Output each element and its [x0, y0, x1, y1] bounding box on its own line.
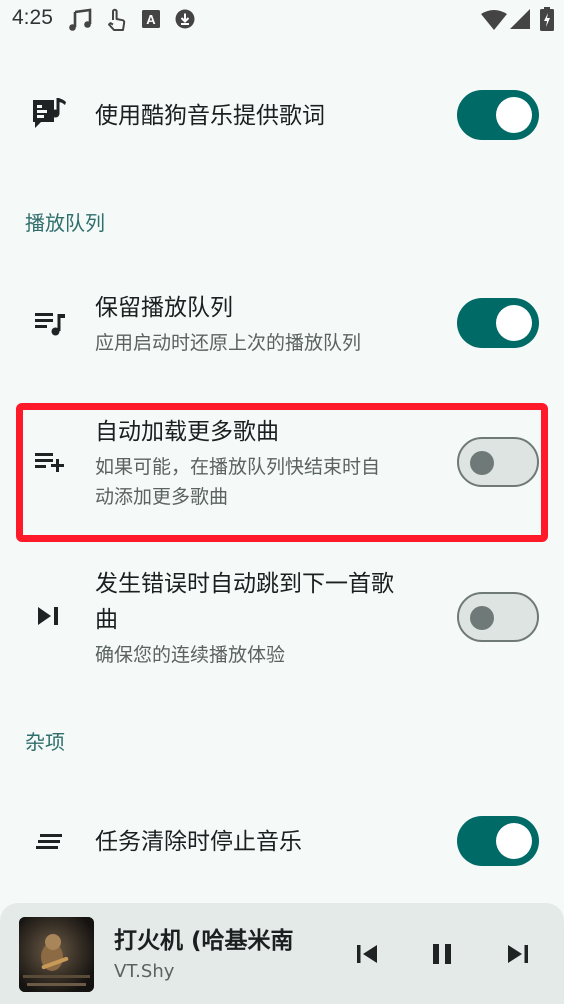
mini-player[interactable]: 打火机 (哈基米南 VT.Shy [0, 903, 564, 1004]
previous-button[interactable] [352, 939, 382, 969]
status-time: 4:25 [12, 6, 53, 29]
touch-hand-icon [108, 8, 126, 31]
auto-skip-label-line1: 发生错误时自动跳到下一首歌 [95, 571, 394, 597]
song-title[interactable]: 打火机 (哈基米南 [114, 921, 314, 955]
toggle-knob [470, 606, 494, 630]
download-icon [175, 9, 195, 29]
cell-signal-icon [510, 9, 530, 29]
queue-music-icon [35, 313, 65, 336]
text-a-icon: A [142, 10, 160, 28]
music-note-icon [69, 8, 92, 31]
battery-icon [540, 7, 554, 31]
setting-keep-queue[interactable]: 保留播放队列 应用启动时还原上次的播放队列 [0, 286, 564, 366]
kugou-lyrics-label: 使用酷狗音乐提供歌词 [95, 103, 325, 129]
auto-skip-toggle[interactable] [457, 592, 539, 642]
setting-auto-skip-on-error[interactable]: 发生错误时自动跳到下一首歌 曲 确保您的连续播放体验 [0, 564, 564, 674]
stop-on-clear-toggle[interactable] [457, 816, 539, 866]
toggle-knob [496, 823, 532, 859]
wifi-icon [481, 10, 507, 30]
setting-kugou-lyrics[interactable]: 使用酷狗音乐提供歌词 [0, 80, 564, 152]
album-art[interactable] [19, 917, 94, 992]
stop-on-clear-label: 任务清除时停止音乐 [95, 829, 302, 855]
svg-text:A: A [146, 12, 156, 27]
section-header-queue: 播放队列 [25, 211, 105, 235]
setting-stop-on-clear[interactable]: 任务清除时停止音乐 [0, 806, 564, 878]
toggle-knob [496, 305, 532, 341]
keep-queue-toggle[interactable] [457, 298, 539, 348]
lyrics-icon [33, 98, 66, 128]
next-button[interactable] [503, 939, 533, 969]
highlight-box [16, 403, 548, 542]
clear-all-icon [36, 834, 62, 849]
album-art-image [19, 917, 94, 992]
keep-queue-label: 保留播放队列 [95, 295, 233, 321]
pause-button[interactable] [427, 939, 457, 969]
song-artist: VT.Shy [114, 961, 175, 982]
kugou-lyrics-toggle[interactable] [457, 90, 539, 140]
section-header-misc: 杂项 [25, 730, 65, 754]
status-bar: 4:25 A [0, 0, 564, 38]
skip-next-icon [38, 607, 58, 625]
auto-skip-label-line2: 曲 [95, 607, 118, 633]
toggle-knob [496, 97, 532, 133]
auto-skip-description: 确保您的连续播放体验 [95, 644, 286, 666]
keep-queue-description: 应用启动时还原上次的播放队列 [95, 332, 362, 354]
